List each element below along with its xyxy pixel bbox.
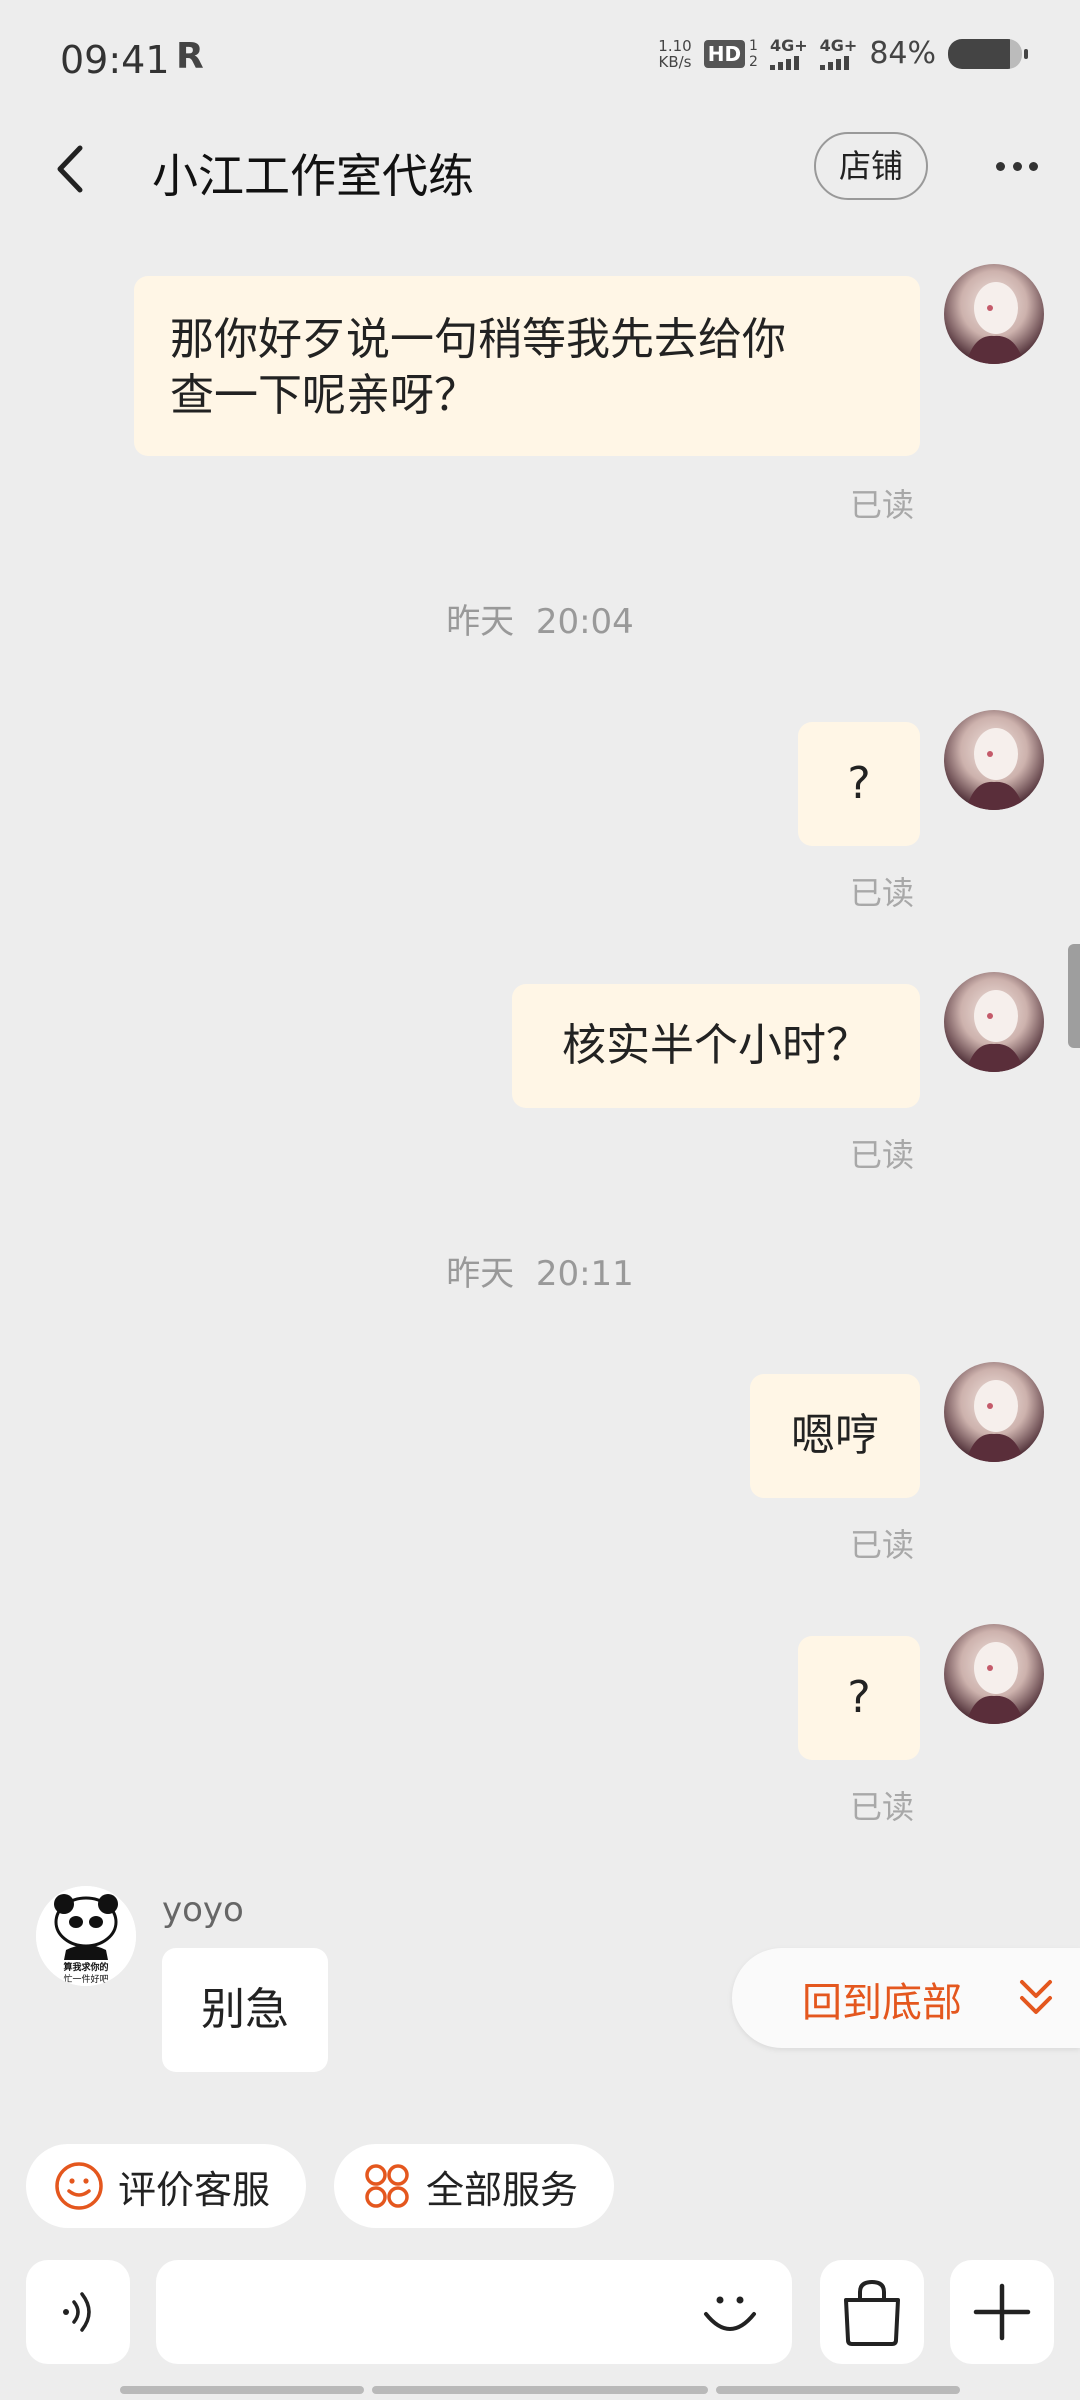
read-status: 已读 xyxy=(850,1136,915,1174)
chat-screen: 09:41 R 1.10 KB/s HD 12 4G+ 4G+ 84% 小江工作… xyxy=(0,0,1080,2400)
net-label-1: 4G+ xyxy=(769,35,808,55)
message-text: 嗯哼 xyxy=(791,1410,879,1461)
r-app-icon: R xyxy=(176,36,204,77)
timestamp-day: 昨天 xyxy=(446,1254,515,1294)
avatar-caption: 忙一件好吧 xyxy=(63,1975,109,1985)
battery-percent: 84% xyxy=(869,36,936,71)
nav-indicator xyxy=(120,2386,364,2394)
self-avatar[interactable] xyxy=(944,264,1044,364)
timestamp-time: 20:11 xyxy=(535,1254,634,1294)
message-bubble[interactable]: 核实半个小时？ xyxy=(512,984,920,1108)
smiley-icon xyxy=(55,2162,103,2210)
hd-sub-1: 1 xyxy=(749,37,758,54)
rate-service-chip[interactable]: 评价客服 xyxy=(26,2144,306,2228)
message-text-line: 那你好歹说一句稍等我先去给你 xyxy=(170,314,786,365)
hd-icon: HD xyxy=(703,39,746,68)
self-avatar[interactable] xyxy=(944,1624,1044,1724)
speed-unit: KB/s xyxy=(658,52,692,71)
signal-icon-1: 4G+ xyxy=(769,35,808,70)
back-arrow-icon[interactable] xyxy=(50,144,94,194)
all-services-chip[interactable]: 全部服务 xyxy=(334,2144,614,2228)
read-status: 已读 xyxy=(850,874,915,912)
network-speed: 1.10 KB/s xyxy=(658,38,691,70)
status-bar: 09:41 R 1.10 KB/s HD 12 4G+ 4G+ 84% xyxy=(0,0,1080,120)
chip-label: 评价客服 xyxy=(118,2167,271,2212)
emoji-icon[interactable] xyxy=(700,2282,760,2342)
status-time: 09:41 xyxy=(60,38,170,82)
plus-icon xyxy=(973,2283,1031,2341)
chip-label: 全部服务 xyxy=(426,2167,579,2212)
scrollbar-thumb[interactable] xyxy=(1068,944,1080,1048)
message-text-line: 查一下呢亲呀？ xyxy=(170,370,478,421)
timestamp: 昨天 20:04 xyxy=(0,594,1080,643)
message-bubble[interactable]: 嗯哼 xyxy=(750,1374,920,1498)
voice-button[interactable] xyxy=(26,2260,130,2364)
message-text: 核实半个小时？ xyxy=(562,1020,870,1071)
nav-indicator xyxy=(716,2386,960,2394)
voice-icon xyxy=(63,2292,91,2332)
timestamp: 昨天 20:11 xyxy=(0,1246,1080,1295)
message-bubble[interactable]: ? xyxy=(798,722,920,846)
chat-title: 小江工作室代练 xyxy=(152,149,474,203)
battery-icon xyxy=(948,38,1028,69)
read-status: 已读 xyxy=(850,486,915,524)
net-label-2: 4G+ xyxy=(819,35,858,55)
signal-icon-2: 4G+ xyxy=(819,35,858,70)
status-indicators: 1.10 KB/s HD 12 4G+ 4G+ 84% xyxy=(658,35,1028,71)
nav-indicator xyxy=(372,2386,708,2394)
shop-button[interactable]: 店铺 xyxy=(814,132,928,200)
shopping-bag-icon xyxy=(844,2279,900,2346)
timestamp-day: 昨天 xyxy=(446,602,515,642)
back-to-bottom-button[interactable]: 回到底部 xyxy=(732,1948,1080,2048)
message-text: ? xyxy=(847,1672,871,1723)
message-bubble[interactable]: 别急 xyxy=(162,1948,328,2072)
more-options-icon[interactable] xyxy=(996,162,1038,172)
read-status: 已读 xyxy=(850,1788,915,1826)
self-avatar[interactable] xyxy=(944,1362,1044,1462)
plus-button[interactable] xyxy=(950,2260,1054,2364)
self-avatar[interactable] xyxy=(944,972,1044,1072)
hd-sub-2: 2 xyxy=(749,53,758,70)
timestamp-time: 20:04 xyxy=(535,602,634,642)
input-bar xyxy=(0,2256,1080,2368)
shopping-bag-button[interactable] xyxy=(820,2260,924,2364)
read-status: 已读 xyxy=(850,1526,915,1564)
sender-name: yoyo xyxy=(162,1890,244,1930)
double-chevron-down-icon xyxy=(1020,1980,1052,2014)
sender-avatar[interactable]: 算我求你的 忙一件好吧 xyxy=(36,1886,136,1986)
grid-icon xyxy=(365,2164,409,2208)
self-avatar[interactable] xyxy=(944,710,1044,810)
message-text: ? xyxy=(847,758,871,809)
chat-header: 小江工作室代练 店铺 xyxy=(0,120,1080,220)
back-to-bottom-label: 回到底部 xyxy=(802,1980,962,2026)
message-bubble[interactable]: ? xyxy=(798,1636,920,1760)
message-text: 别急 xyxy=(201,1984,289,2035)
hd-sub: 12 xyxy=(749,38,758,70)
message-bubble[interactable]: 那你好歹说一句稍等我先去给你 查一下呢亲呀？ xyxy=(134,276,920,456)
message-input[interactable] xyxy=(156,2260,792,2364)
speed-value: 1.10 xyxy=(658,36,692,55)
